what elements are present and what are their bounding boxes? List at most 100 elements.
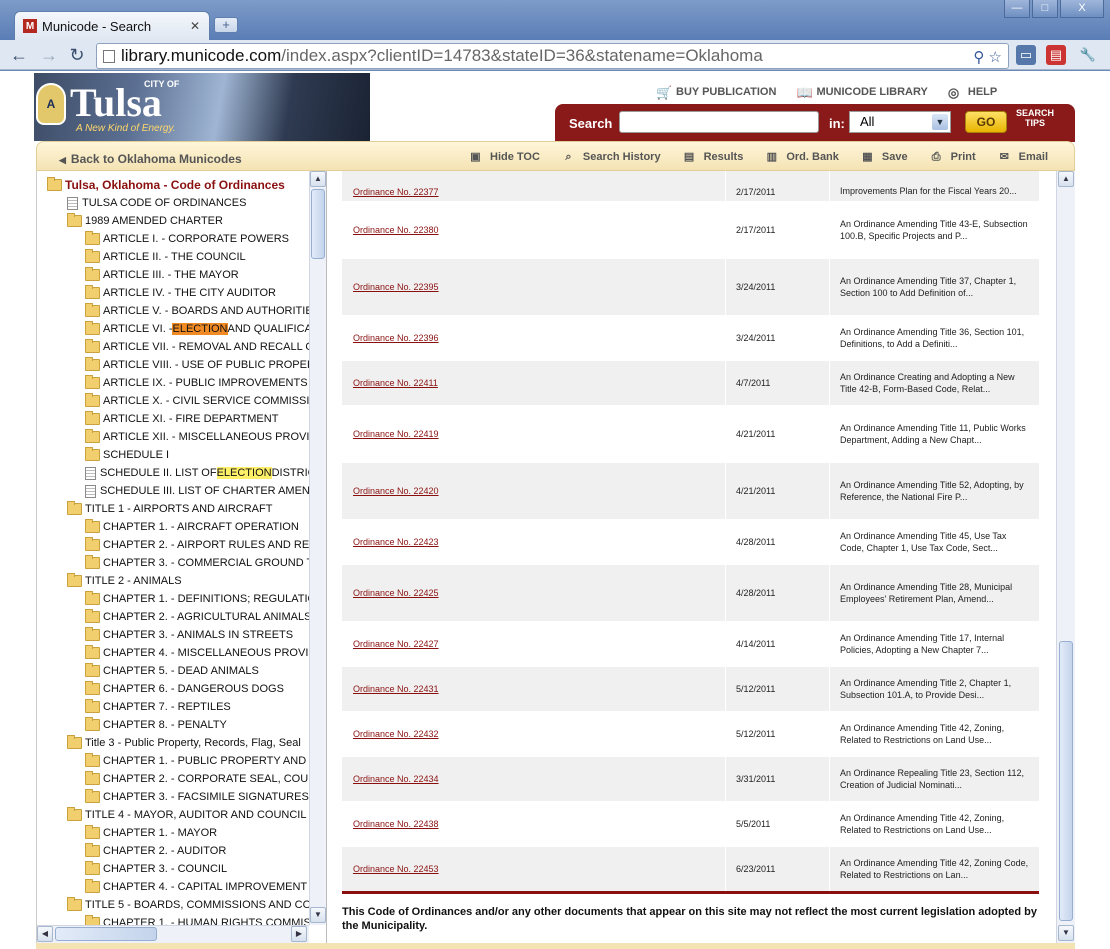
toc-item[interactable]: CHAPTER 4. - MISCELLANEOUS PROVISIONS (85, 644, 309, 662)
toc-item[interactable]: CHAPTER 7. - REPTILES (85, 698, 231, 716)
toc-vertical-scrollbar[interactable]: ▲ ▼ (309, 171, 327, 925)
extension-window-icon[interactable]: ▭ (1016, 45, 1036, 65)
email-button[interactable]: ✉ Email (998, 151, 1048, 163)
ordinance-link[interactable]: Ordinance No. 22419 (353, 429, 439, 439)
toc-item[interactable]: CHAPTER 2. - CORPORATE SEAL, COUNCIL (85, 770, 309, 788)
toc-item[interactable]: CHAPTER 2. - AUDITOR (85, 842, 226, 860)
ordinance-link[interactable]: Ordinance No. 22380 (353, 225, 439, 235)
toc-item[interactable]: TITLE 2 - ANIMALS (67, 572, 182, 590)
municode-library-link[interactable]: 📖 MUNICODE LIBRARY (796, 85, 927, 100)
toc-item[interactable]: TITLE 1 - AIRPORTS AND AIRCRAFT (67, 500, 272, 518)
toc-item[interactable]: ARTICLE VI. - ELECTION AND QUALIFICATION… (85, 320, 309, 338)
toc-item[interactable]: CHAPTER 3. - COMMERCIAL GROUND TRANSPORT… (85, 554, 309, 572)
toc-item[interactable]: ARTICLE V. - BOARDS AND AUTHORITIES (85, 302, 309, 320)
search-input[interactable] (619, 111, 819, 133)
ordinance-link[interactable]: Ordinance No. 22431 (353, 684, 439, 694)
results-vertical-scrollbar[interactable]: ▲ ▼ (1056, 171, 1075, 943)
reload-icon[interactable]: ↻ (66, 44, 88, 66)
back-to-municodes-link[interactable]: ◀ Back to Oklahoma Municodes (59, 152, 242, 166)
toc-item[interactable]: CHAPTER 2. - AIRPORT RULES AND REGULATIO… (85, 536, 309, 554)
ordinance-link[interactable]: Ordinance No. 22453 (353, 864, 439, 874)
go-button[interactable]: GO (965, 111, 1007, 133)
ordinance-link[interactable]: Ordinance No. 22395 (353, 282, 439, 292)
toc-item[interactable]: CHAPTER 1. - AIRCRAFT OPERATION (85, 518, 299, 536)
ordinance-link[interactable]: Ordinance No. 22432 (353, 729, 439, 739)
results-button[interactable]: ▤ Results (683, 151, 743, 163)
extension-calendar-icon[interactable]: ▤ (1046, 45, 1066, 65)
ord-bank-button[interactable]: ▥ Ord. Bank (765, 151, 839, 163)
browser-tab[interactable]: M Municode - Search ✕ (14, 11, 210, 40)
toc-item[interactable]: SCHEDULE II. LIST OF ELECTION DISTRICT B… (85, 464, 309, 482)
toc-item[interactable]: CHAPTER 3. - COUNCIL (85, 860, 227, 878)
ordinance-link[interactable]: Ordinance No. 22377 (353, 187, 439, 197)
toc-item[interactable]: TULSA CODE OF ORDINANCES (67, 194, 246, 212)
toc-item[interactable]: ARTICLE IV. - THE CITY AUDITOR (85, 284, 276, 302)
description-cell: An Ordinance Amending Title 52, Adopting… (830, 463, 1039, 519)
scope-select[interactable]: All ▼ (849, 111, 951, 133)
ordinance-link[interactable]: Ordinance No. 22423 (353, 537, 439, 547)
minimize-button[interactable]: — (1004, 0, 1030, 18)
toc-item[interactable]: Tulsa, Oklahoma - Code of Ordinances (47, 176, 285, 194)
toc-item[interactable]: ARTICLE III. - THE MAYOR (85, 266, 239, 284)
tab-close-icon[interactable]: ✕ (187, 19, 203, 33)
wrench-menu-icon[interactable]: 🔧 (1078, 45, 1098, 65)
maximize-button[interactable]: □ (1032, 0, 1058, 18)
ordinance-link[interactable]: Ordinance No. 22411 (353, 378, 438, 388)
toc-item[interactable]: TITLE 4 - MAYOR, AUDITOR AND COUNCIL (67, 806, 306, 824)
search-history-button[interactable]: ⌕ Search History (562, 151, 660, 163)
results-scroll-up-icon[interactable]: ▲ (1058, 171, 1074, 187)
close-window-button[interactable]: X (1060, 0, 1104, 18)
help-link[interactable]: ◎ HELP (948, 85, 997, 100)
toc-item[interactable]: SCHEDULE III. LIST OF CHARTER AMENDMENTS (85, 482, 309, 500)
toc-item[interactable]: CHAPTER 1. - DEFINITIONS; REGULATION OF (85, 590, 309, 608)
toc-item[interactable]: CHAPTER 1. - MAYOR (85, 824, 217, 842)
search-tips-link[interactable]: SEARCH TIPS (1013, 108, 1057, 128)
toc-item[interactable]: CHAPTER 3. - ANIMALS IN STREETS (85, 626, 293, 644)
toc-item[interactable]: CHAPTER 4. - CAPITAL IMPROVEMENT PLAN (85, 878, 309, 896)
toc-item[interactable]: SCHEDULE I (85, 446, 169, 464)
ordinance-link[interactable]: Ordinance No. 22427 (353, 639, 439, 649)
ordinance-link[interactable]: Ordinance No. 22420 (353, 486, 439, 496)
address-bar[interactable]: library.municode.com/index.aspx?clientID… (96, 43, 1009, 69)
hide-toc-button[interactable]: ▣ Hide TOC (469, 151, 540, 163)
toc-item[interactable]: CHAPTER 1. - PUBLIC PROPERTY AND RECORDS (85, 752, 309, 770)
save-button[interactable]: ▦ Save (861, 151, 907, 163)
toc-item[interactable]: CHAPTER 8. - PENALTY (85, 716, 227, 734)
toc-item[interactable]: CHAPTER 5. - DEAD ANIMALS (85, 662, 259, 680)
results-scroll-down-icon[interactable]: ▼ (1058, 925, 1074, 941)
toc-item[interactable]: CHAPTER 2. - AGRICULTURAL ANIMALS (85, 608, 309, 626)
forward-arrow-icon[interactable]: → (38, 44, 60, 66)
toc-item[interactable]: ARTICLE VIII. - USE OF PUBLIC PROPERTY (85, 356, 309, 374)
scroll-up-icon[interactable]: ▲ (310, 171, 326, 187)
toc-item[interactable]: 1989 AMENDED CHARTER (67, 212, 223, 230)
toc-item[interactable]: ARTICLE I. - CORPORATE POWERS (85, 230, 289, 248)
toc-item[interactable]: ARTICLE IX. - PUBLIC IMPROVEMENTS (85, 374, 308, 392)
ordinance-link[interactable]: Ordinance No. 22434 (353, 774, 439, 784)
ordinance-link[interactable]: Ordinance No. 22425 (353, 588, 439, 598)
toc-item[interactable]: ARTICLE XI. - FIRE DEPARTMENT (85, 410, 278, 428)
toc-item[interactable]: CHAPTER 6. - DANGEROUS DOGS (85, 680, 284, 698)
toc-item[interactable]: ARTICLE VII. - REMOVAL AND RECALL OF (85, 338, 309, 356)
tulsa-logo[interactable]: A CITY OF Tulsa A New Kind of Energy. (34, 73, 370, 141)
results-scroll-thumb[interactable] (1059, 641, 1073, 921)
toc-item[interactable]: ARTICLE II. - THE COUNCIL (85, 248, 246, 266)
buy-publication-link[interactable]: 🛒 BUY PUBLICATION (656, 85, 776, 100)
toc-item[interactable]: ARTICLE X. - CIVIL SERVICE COMMISSION (85, 392, 309, 410)
back-arrow-icon[interactable]: ← (8, 44, 30, 66)
toc-item[interactable]: TITLE 5 - BOARDS, COMMISSIONS AND COMMIT… (67, 896, 309, 914)
toc-item[interactable]: Title 3 - Public Property, Records, Flag… (67, 734, 301, 752)
new-tab-button[interactable]: + (214, 17, 238, 33)
scroll-left-icon[interactable]: ◀ (37, 926, 53, 942)
toc-item[interactable]: CHAPTER 1. - HUMAN RIGHTS COMMISSION (85, 914, 309, 925)
scroll-right-icon[interactable]: ▶ (291, 926, 307, 942)
ordinance-link[interactable]: Ordinance No. 22438 (353, 819, 439, 829)
toc-item[interactable]: ARTICLE XII. - MISCELLANEOUS PROVISIONS (85, 428, 309, 446)
ordinance-link[interactable]: Ordinance No. 22396 (353, 333, 439, 343)
print-button[interactable]: ⎙ Print (930, 151, 976, 163)
toc-scroll-thumb[interactable] (311, 189, 325, 259)
toc-item[interactable]: CHAPTER 3. - FACSIMILE SIGNATURES AUTHOR… (85, 788, 309, 806)
toc-hscroll-thumb[interactable] (55, 927, 157, 941)
bookmark-star-icon[interactable]: ⚲ ☆ (973, 46, 1002, 68)
toc-horizontal-scrollbar[interactable]: ◀ ▶ (37, 925, 309, 943)
scroll-down-icon[interactable]: ▼ (310, 907, 326, 923)
